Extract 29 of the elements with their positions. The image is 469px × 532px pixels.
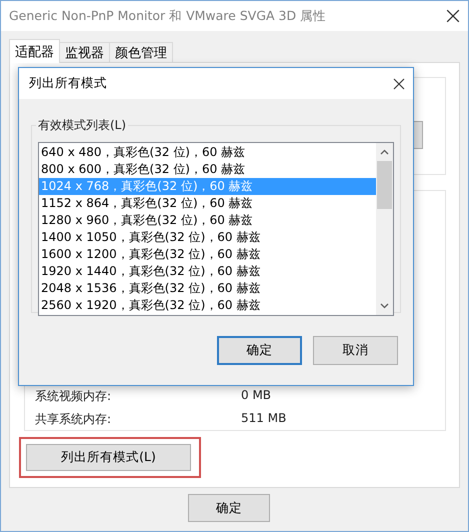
- mode-item[interactable]: 640 x 480，真彩色(32 位)，60 赫兹: [39, 144, 376, 161]
- mode-item[interactable]: 2048 x 1536，真彩色(32 位)，60 赫兹: [39, 280, 376, 297]
- ok-button[interactable]: 确定: [188, 494, 270, 522]
- mode-item[interactable]: 1600 x 1200，真彩色(32 位)，60 赫兹: [39, 246, 376, 263]
- group-label: 有效模式列表(L): [37, 117, 128, 134]
- scroll-bar[interactable]: [376, 143, 393, 315]
- close-icon[interactable]: [446, 9, 460, 23]
- info-value: 511 MB: [241, 411, 286, 427]
- ok-button[interactable]: 确定: [217, 336, 302, 365]
- dialog-title: 列出所有模式: [29, 75, 107, 92]
- info-value: 0 MB: [241, 388, 272, 404]
- mode-item[interactable]: 1152 x 864，真彩色(32 位)，60 赫兹: [39, 195, 376, 212]
- info-label: 共享系统内存:: [35, 411, 112, 428]
- mode-item[interactable]: 1920 x 1440，真彩色(32 位)，60 赫兹: [39, 263, 376, 280]
- list-modes-button[interactable]: 列出所有模式(L): [26, 444, 191, 471]
- mode-item[interactable]: 800 x 600，真彩色(32 位)，60 赫兹: [39, 161, 376, 178]
- info-label: 系统视频内存:: [35, 388, 112, 405]
- modes-list[interactable]: [38, 142, 394, 316]
- scroll-thumb[interactable]: [377, 161, 392, 209]
- window-title: Generic Non-PnP Monitor 和 VMware SVGA 3D 属性: [9, 8, 326, 24]
- cancel-button[interactable]: 取消: [313, 336, 398, 365]
- mode-item[interactable]: 1400 x 1050，真彩色(32 位)，60 赫兹: [39, 229, 376, 246]
- scroll-up-icon[interactable]: [380, 149, 389, 155]
- mode-item[interactable]: 1280 x 960，真彩色(32 位)，60 赫兹: [39, 212, 376, 229]
- tab[interactable]: 适配器: [9, 39, 60, 63]
- scroll-down-icon[interactable]: [380, 303, 389, 309]
- mode-item[interactable]: 2560 x 1920，真彩色(32 位)，60 赫兹: [39, 297, 376, 314]
- close-icon[interactable]: [393, 78, 405, 90]
- tab[interactable]: 颜色管理: [109, 42, 173, 63]
